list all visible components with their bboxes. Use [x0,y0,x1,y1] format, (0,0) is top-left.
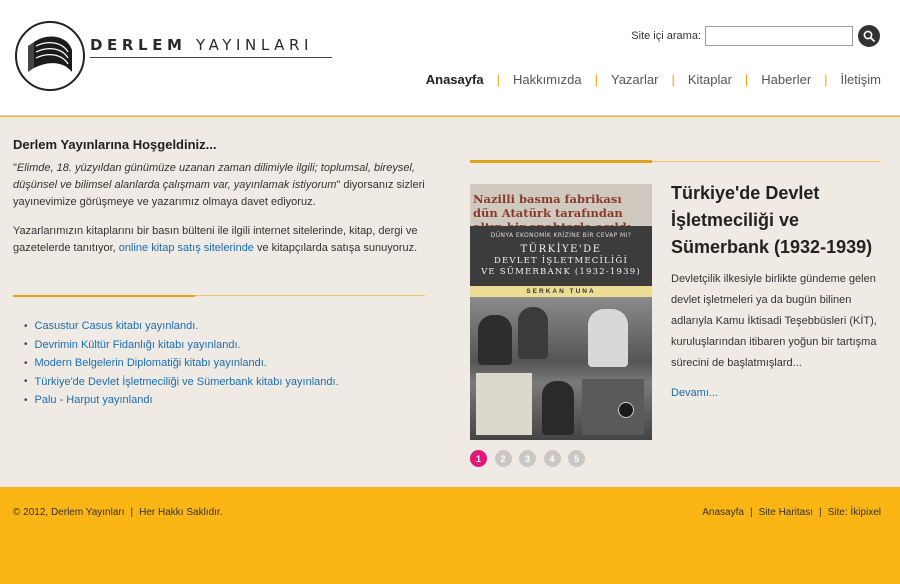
search-input[interactable] [705,26,853,46]
nav-anasayfa[interactable]: Anasayfa [426,72,484,87]
news-link[interactable]: Türkiye'de Devlet İşletmeciliği ve Sümer… [35,376,339,388]
slider-page-2[interactable]: 2 [494,450,512,467]
news-list: • Casustur Casus kitabı yayınlandı. • Devr… [24,317,339,410]
footer-links: Anasayfa | Site Haritası | Site: İkipixel [702,507,881,518]
nav-separator: | [824,72,828,87]
welcome-paragraph-2: Yazarlarımızın kitaplarını bir basın bül… [13,225,418,254]
slider-page-3[interactable]: 3 [519,450,536,467]
slider-page-1[interactable]: 1 [470,450,487,467]
cover-author: SERKAN TUNA [470,286,652,297]
news-item: • Palu - Harput yayınlandı [24,394,153,407]
footer-link-ikipixel[interactable]: Site: İkipixel [828,507,881,518]
featured-book-title[interactable]: Türkiye'de Devlet İşletmeciliği ve Sümer… [671,180,886,261]
slider-page-4[interactable]: 4 [543,450,561,467]
search-button[interactable] [858,25,880,47]
book-cover-image[interactable]: Nazilli basma fabrikası dün Atatürk tara… [470,184,652,440]
news-link[interactable]: Modern Belgelerin Diplomatiği kitabı yay… [35,357,267,369]
welcome-section: Derlem Yayınlarına Hoşgeldiniz... "Elimd… [13,137,425,257]
main-content: Derlem Yayınlarına Hoşgeldiniz... "Elimd… [0,117,900,487]
news-item: • Devrimin Kültür Fidanlığı kitabı yayınl… [24,338,241,351]
cover-title-band: DÜNYA EKONOMİK KRİZİNE BİR CEVAP MI? TÜR… [470,226,652,286]
nav-haberler[interactable]: Haberler [761,72,811,87]
slider-pagination: 1 2 3 4 5 [470,450,593,467]
news-link[interactable]: Casustur Casus kitabı yayınlandı. [35,320,199,332]
welcome-title: Derlem Yayınlarına Hoşgeldiniz... [13,137,217,152]
nav-separator: | [744,72,749,87]
footer-copyright: © 2012, Derlem Yayınları | Her Hakkı Saklı… [13,507,223,518]
online-shops-link[interactable]: online kitap satış sitelerinde [119,242,254,254]
read-more-link[interactable]: Devamı... [671,387,718,399]
nav-kitaplar[interactable]: Kitaplar [688,72,732,87]
nav-yazarlar[interactable]: Yazarlar [611,72,658,87]
footer-link-anasayfa[interactable]: Anasayfa [702,507,744,518]
news-item: • Türkiye'de Devlet İşletmeciliği ve Süme… [24,375,339,388]
nav-separator: | [671,72,675,87]
site-logo[interactable]: DERLEM YAYINLARI [14,20,334,94]
logo-emblem-icon [15,21,85,91]
section-divider [13,295,425,297]
news-item: • Casustur Casus kitabı yayınlandı. [24,320,199,333]
feature-divider [470,160,881,163]
cover-photo [470,297,652,440]
search-label: Site içi arama: [631,30,701,42]
nav-separator: | [594,72,598,87]
site-footer: © 2012, Derlem Yayınları | Her Hakkı Saklı… [0,488,900,584]
site-header: DERLEM YAYINLARI Site içi arama: Anasayf… [0,0,900,116]
featured-book-summary: Devletçilik ilkesiyle birlikte gündeme g… [671,273,877,369]
logo-underline [90,57,332,58]
publisher-logo-icon [618,402,634,418]
search-icon [863,30,875,42]
nav-hakkimizda[interactable]: Hakkımızda [513,72,582,87]
slider-page-5[interactable]: 5 [568,450,585,467]
news-link[interactable]: Palu - Harput yayınlandı [35,394,153,406]
main-nav: Anasayfa | Hakkımızda | Yazarlar | Kitap… [426,72,881,87]
welcome-paragraph: "Elimde, 18. yüzyıldan günümüze uzanan z… [13,162,425,208]
news-item: • Modern Belgelerin Diplomatiği kitabı ya… [24,357,267,370]
logo-wordmark: DERLEM YAYINLARI [90,36,314,54]
site-search: Site içi arama: [631,24,880,48]
nav-separator: | [496,72,500,87]
nav-iletisim[interactable]: İletişim [841,72,881,87]
news-link[interactable]: Devrimin Kültür Fidanlığı kitabı yayınla… [35,339,241,351]
footer-link-site-haritasi[interactable]: Site Haritası [759,507,813,518]
featured-book: Türkiye'de Devlet İşletmeciliği ve Sümer… [671,180,886,399]
